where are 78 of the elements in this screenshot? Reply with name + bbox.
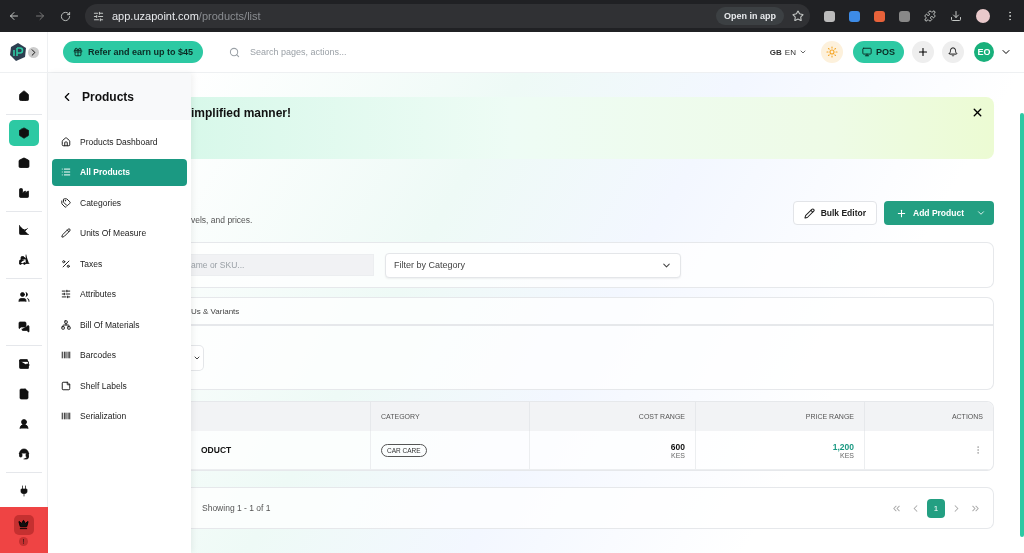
extension-icon[interactable] (899, 10, 910, 22)
plug-icon (17, 485, 30, 497)
submenu-item[interactable]: Units Of Measure (52, 219, 187, 247)
page-subtitle: vels, and prices. (191, 215, 253, 225)
sliders-icon (61, 289, 71, 299)
pagination-summary: Showing 1 - 1 of 1 (202, 503, 271, 513)
percent-icon (61, 258, 71, 269)
logo-icon (8, 42, 28, 62)
submenu-item[interactable]: Categories (52, 189, 187, 216)
upgrade-button[interactable] (13, 514, 34, 535)
users-icon (17, 291, 30, 303)
notifications-button[interactable] (942, 41, 964, 63)
reload-icon[interactable] (60, 10, 71, 22)
home-icon (17, 90, 30, 102)
wallet-icon (17, 358, 30, 370)
pencil-icon (803, 207, 815, 219)
back-icon[interactable] (8, 10, 20, 22)
url-text: app.uzapoint.com/products/list (112, 10, 262, 22)
plus-icon (896, 207, 907, 219)
rail-item[interactable] (8, 120, 39, 146)
pos-button[interactable]: POS (853, 41, 904, 63)
submenu-item[interactable]: Serialization (52, 402, 187, 430)
crown-icon (18, 519, 29, 530)
search-field[interactable]: Search pages, actions... (248, 46, 489, 58)
submenu-item[interactable]: Taxes (52, 250, 187, 277)
submenu-item[interactable]: Barcodes (52, 341, 187, 369)
tag-icon (61, 197, 71, 208)
bulk-editor-button[interactable]: Bulk Editor (792, 201, 877, 225)
extension-icon[interactable] (849, 10, 860, 22)
submenu-item[interactable]: Attributes (52, 280, 187, 308)
product-name: ODUCT (201, 445, 232, 455)
chat-icon (17, 321, 30, 333)
download-icon[interactable] (950, 10, 962, 22)
note-icon (61, 380, 71, 391)
monitor-icon (862, 47, 872, 57)
headset-icon (17, 448, 30, 460)
extensions-icon[interactable] (924, 10, 936, 22)
search-icon (229, 46, 241, 58)
user-icon (17, 418, 30, 430)
hierarchy-icon (61, 319, 71, 330)
list-icon (61, 167, 71, 177)
tab[interactable]: Us & Variants (191, 306, 240, 316)
category-select[interactable]: Filter by Category (385, 252, 681, 278)
submenu-item[interactable]: All Products (52, 158, 187, 186)
plus-icon (917, 46, 929, 58)
search-field[interactable]: ame or SKU... (191, 254, 374, 276)
open-in-app-button[interactable]: Open in app (716, 7, 784, 25)
sun-icon (826, 46, 838, 58)
submenu-item[interactable]: Shelf Labels (52, 372, 187, 399)
star-icon (792, 10, 804, 22)
extension-icon[interactable] (824, 10, 835, 22)
refer-button[interactable]: Refer and earn up to $45 (63, 41, 204, 63)
gift-icon (73, 47, 83, 57)
bell-icon (948, 47, 958, 57)
chevron-down-icon (799, 48, 807, 56)
site-settings-icon (93, 10, 104, 22)
address-bar[interactable]: app.uzapoint.com/products/list Open in app (85, 4, 810, 28)
barcode-icon (61, 411, 71, 421)
submenu-item[interactable]: Products Dashboard (52, 128, 187, 155)
add-button[interactable] (912, 41, 934, 63)
cost-value: 600 (670, 441, 685, 452)
banner-title: implified manner! (191, 106, 291, 120)
close-icon[interactable] (971, 106, 984, 119)
chevron-down-icon (976, 208, 986, 218)
extension-icon[interactable] (874, 10, 885, 22)
expand-icon[interactable] (28, 46, 39, 58)
chevron-right-icon (951, 502, 962, 514)
price-value: 1,200 (832, 441, 854, 452)
language-selector[interactable]: GB EN (763, 46, 813, 58)
barcode-icon (61, 350, 71, 360)
home-icon (61, 136, 71, 147)
scrollbar[interactable] (1020, 113, 1024, 537)
submenu-item[interactable]: Bill Of Materials (52, 311, 187, 338)
document-icon (17, 388, 30, 400)
factory-icon (17, 187, 30, 199)
pencil-icon (61, 228, 71, 238)
submenu-title: Products (82, 89, 134, 104)
profile-avatar[interactable] (976, 9, 990, 23)
